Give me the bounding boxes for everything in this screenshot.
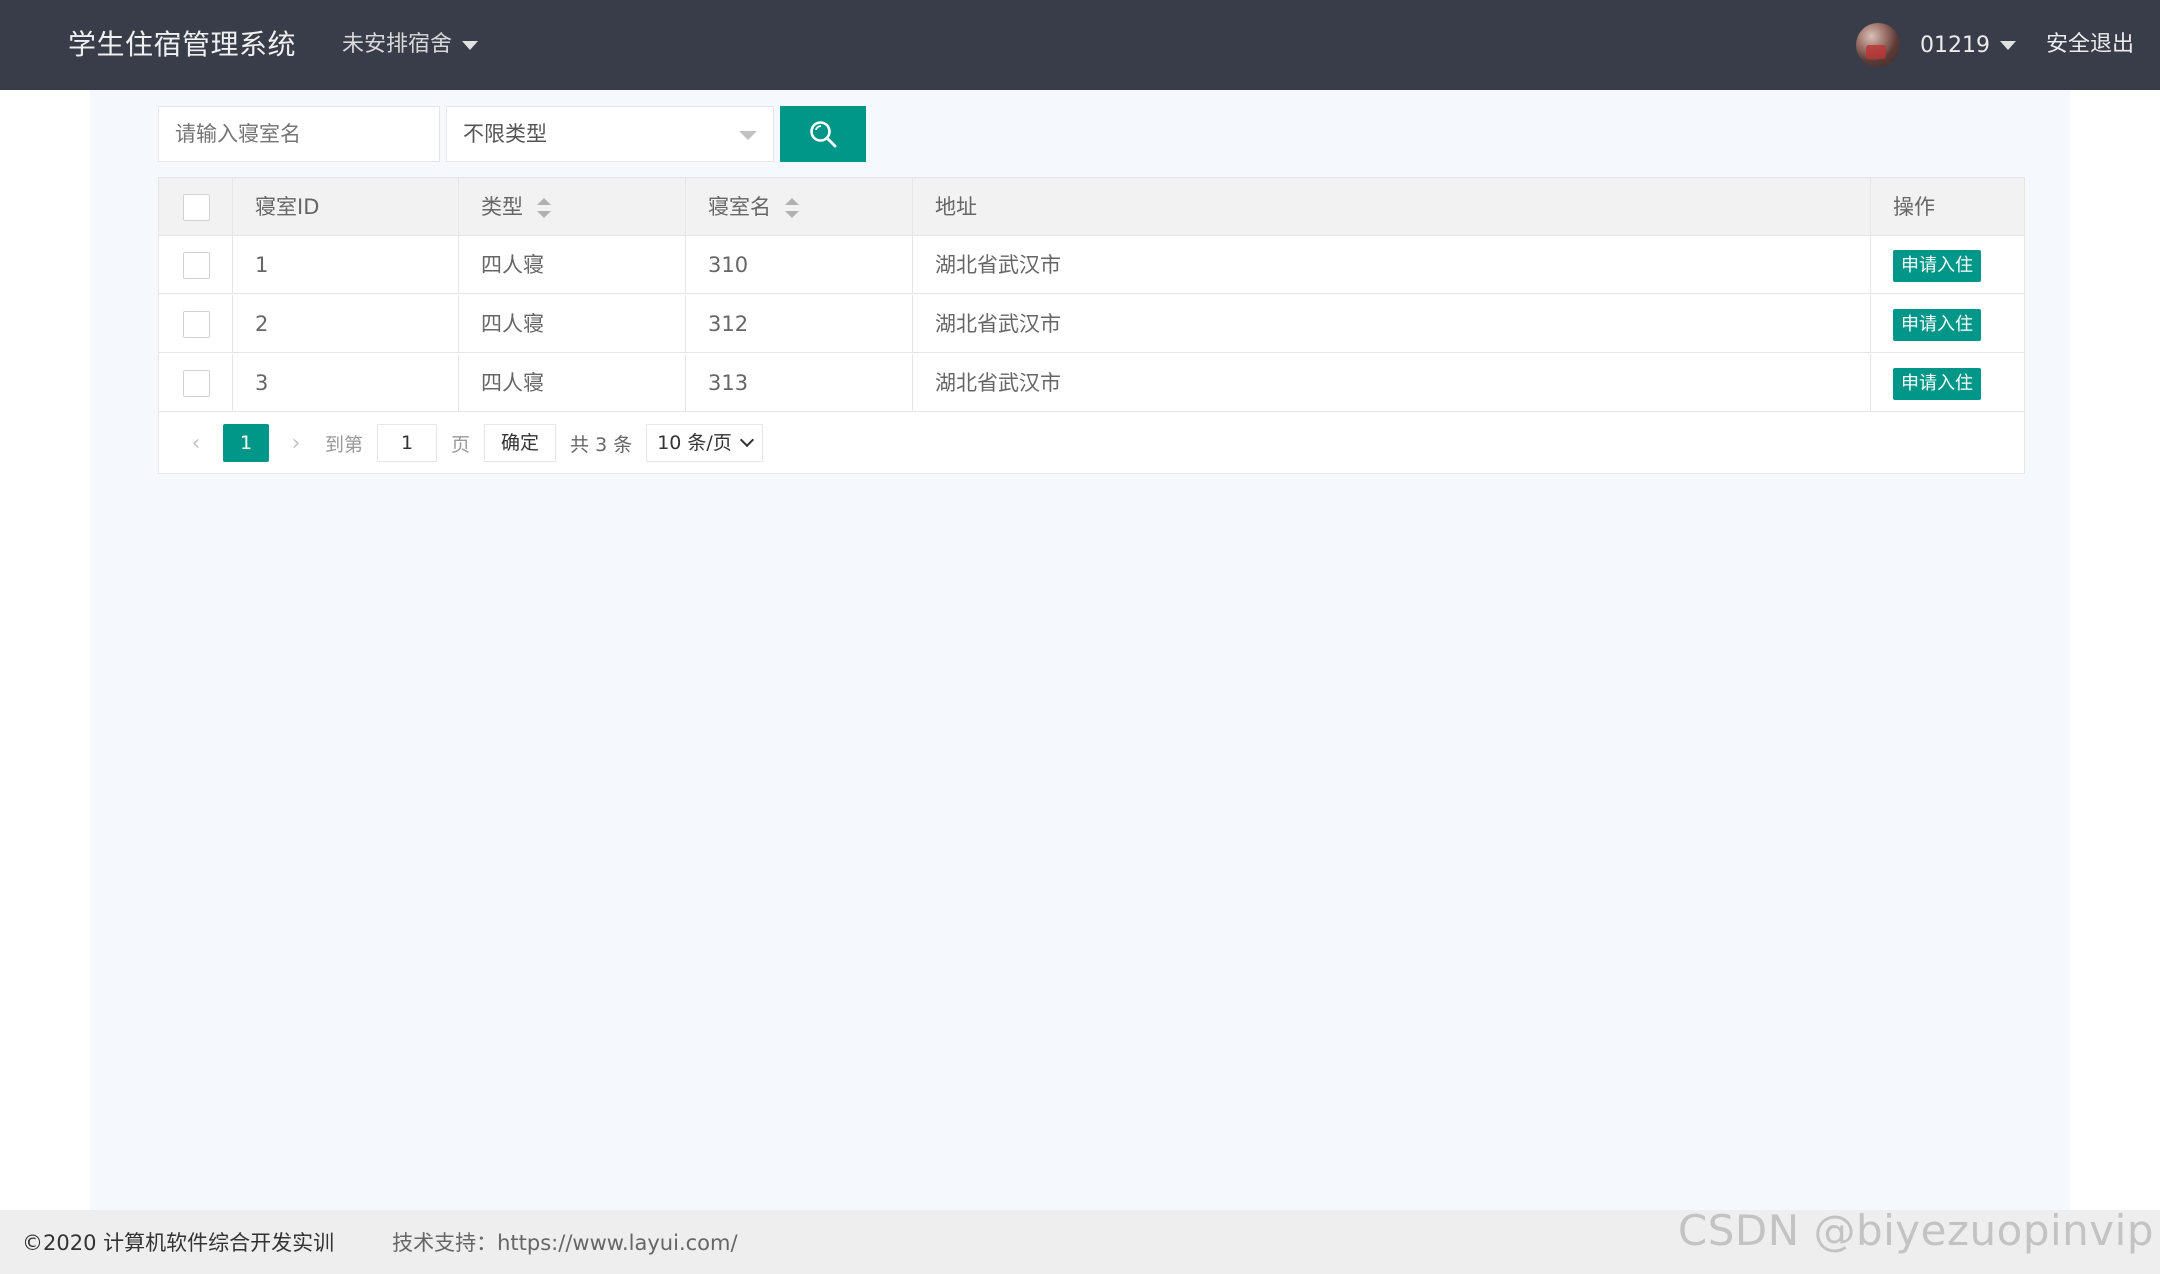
sort-icon[interactable] xyxy=(785,198,799,218)
row-check-cell xyxy=(159,236,233,294)
type-select-value: 不限类型 xyxy=(463,122,547,146)
select-all-cell xyxy=(159,178,233,236)
app-logo[interactable]: 学生住宿管理系统 xyxy=(68,0,296,90)
caret-down-icon xyxy=(739,131,757,140)
search-icon xyxy=(810,121,837,148)
dorm-name-search-input[interactable] xyxy=(158,106,440,162)
cell-type: 四人寝 xyxy=(459,295,686,353)
cell-action: 申请入住 xyxy=(1871,295,2026,353)
cell-action: 申请入住 xyxy=(1871,236,2026,294)
cell-address: 湖北省武汉市 xyxy=(913,295,1871,353)
cell-address: 湖北省武汉市 xyxy=(913,354,1871,412)
goto-confirm-button[interactable]: 确定 xyxy=(484,424,557,462)
select-all-checkbox[interactable] xyxy=(183,194,210,221)
page-size-select[interactable]: 10 条/页 xyxy=(646,424,763,462)
next-page-icon[interactable]: › xyxy=(281,431,311,456)
caret-down-icon xyxy=(462,40,479,50)
prev-page-icon[interactable]: ‹ xyxy=(181,431,211,456)
goto-label: 到第 xyxy=(325,433,364,456)
column-header-address: 地址 xyxy=(913,178,1871,236)
logout-link[interactable]: 安全退出 xyxy=(2046,0,2134,90)
nav-menu-label: 未安排宿舍 xyxy=(342,32,453,57)
row-checkbox[interactable] xyxy=(183,311,210,338)
total-count: 共 3 条 xyxy=(570,433,633,456)
column-header-name-label: 寝室名 xyxy=(708,195,771,219)
cell-type: 四人寝 xyxy=(459,236,686,294)
footer-copyright: ©2020 计算机软件综合开发实训 xyxy=(22,1231,335,1255)
footer-support: 技术支持：https://www.layui.com/ xyxy=(392,1231,738,1255)
avatar xyxy=(1856,23,1900,67)
nav-menu-unassigned-dorm[interactable]: 未安排宿舍 xyxy=(342,0,479,90)
cell-name: 310 xyxy=(686,236,913,294)
page-size-value: 10 条/页 xyxy=(657,432,732,454)
table-row: 3 四人寝 313 湖北省武汉市 申请入住 xyxy=(159,354,2024,412)
table-row: 1 四人寝 310 湖北省武汉市 申请入住 xyxy=(159,236,2024,294)
table-row: 2 四人寝 312 湖北省武汉市 申请入住 xyxy=(159,295,2024,353)
row-checkbox[interactable] xyxy=(183,252,210,279)
row-check-cell xyxy=(159,354,233,412)
cell-id: 1 xyxy=(233,236,459,294)
table-header-row: 寝室ID 类型 寝室名 地址 操作 xyxy=(159,178,2024,236)
watermark: CSDN @biyezuopinvip xyxy=(1677,1206,2154,1255)
top-header: 学生住宿管理系统 未安排宿舍 01219 安全退出 xyxy=(0,0,2160,90)
cell-name: 313 xyxy=(686,354,913,412)
caret-down-icon xyxy=(2000,40,2016,50)
page-button-current[interactable]: 1 xyxy=(223,424,269,462)
type-select[interactable]: 不限类型 xyxy=(446,106,774,162)
apply-checkin-button[interactable]: 申请入住 xyxy=(1893,250,1981,282)
cell-name: 312 xyxy=(686,295,913,353)
user-menu[interactable]: 01219 xyxy=(1856,0,2016,90)
row-check-cell xyxy=(159,295,233,353)
user-name: 01219 xyxy=(1920,32,1990,58)
goto-page-input[interactable] xyxy=(377,424,438,462)
cell-action: 申请入住 xyxy=(1871,354,2026,412)
dorm-table: 寝室ID 类型 寝室名 地址 操作 1 四人寝 310 湖北省武汉市 申请入住 … xyxy=(158,177,2025,474)
cell-id: 2 xyxy=(233,295,459,353)
pagination: ‹ 1 › 到第 页 确定 共 3 条 10 条/页 xyxy=(159,413,2024,473)
apply-checkin-button[interactable]: 申请入住 xyxy=(1893,368,1981,400)
cell-type: 四人寝 xyxy=(459,354,686,412)
column-header-id: 寝室ID xyxy=(233,178,459,236)
column-header-type-label: 类型 xyxy=(481,195,523,219)
cell-address: 湖北省武汉市 xyxy=(913,236,1871,294)
cell-id: 3 xyxy=(233,354,459,412)
column-header-name[interactable]: 寝室名 xyxy=(686,178,913,236)
page-unit-label: 页 xyxy=(451,433,471,456)
column-header-action: 操作 xyxy=(1893,195,1935,219)
sort-icon[interactable] xyxy=(537,198,551,218)
chevron-down-icon xyxy=(739,432,754,448)
row-checkbox[interactable] xyxy=(183,370,210,397)
apply-checkin-button[interactable]: 申请入住 xyxy=(1893,309,1981,341)
search-button[interactable] xyxy=(780,106,866,162)
column-header-type[interactable]: 类型 xyxy=(459,178,686,236)
